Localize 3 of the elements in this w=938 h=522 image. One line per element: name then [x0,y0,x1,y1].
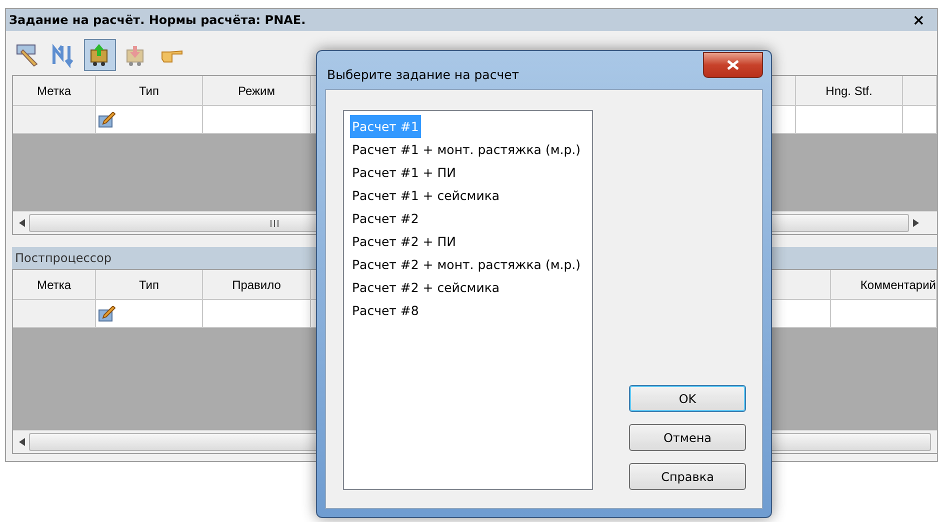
window-title: Задание на расчёт. Нормы расчёта: PNAE. [9,13,306,27]
dialog-title: Выберите задание на расчет [326,66,520,82]
section-title: Постпроцессор [15,251,112,265]
